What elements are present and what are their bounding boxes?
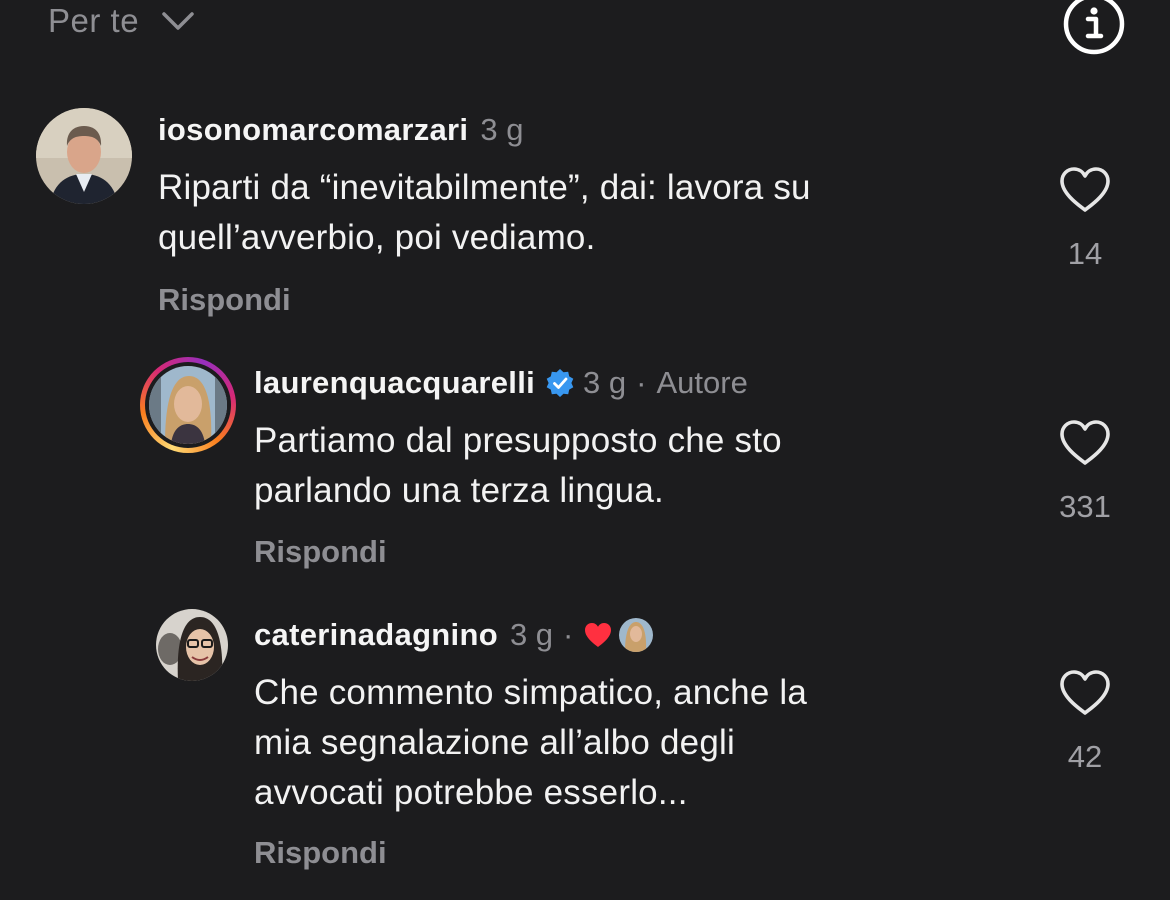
heart-icon[interactable] xyxy=(1058,669,1112,717)
comment-text-line: avvocati potrebbe esserlo... xyxy=(254,773,688,812)
avatar[interactable] xyxy=(156,609,228,681)
comment-username[interactable]: laurenquacquarelli xyxy=(254,365,535,401)
verified-badge-icon xyxy=(546,369,574,397)
comment-timestamp: 3 g xyxy=(509,617,554,652)
comment-text-line: parlando una terza lingua. xyxy=(254,471,664,510)
comment-text-line: Riparti da “inevitabilmente”, dai: lavor… xyxy=(158,168,811,207)
sort-label: Per te xyxy=(48,2,140,39)
info-button[interactable] xyxy=(1062,0,1126,56)
comment-text-line: Partiamo dal presupposto che sto xyxy=(254,421,782,460)
separator-dot: · xyxy=(636,365,647,400)
chevron-down-icon xyxy=(162,12,194,30)
like-count: 331 xyxy=(1059,489,1111,524)
comment-item: iosonomarcomarzari 3 g Riparti da “inevi… xyxy=(0,100,1170,330)
comment-timestamp: 3 g xyxy=(583,365,627,400)
comment-username[interactable]: iosonomarcomarzari xyxy=(158,112,468,148)
comment-text: Riparti da “inevitabilmente”, dai: lavor… xyxy=(158,163,811,263)
comments-topbar: Per te xyxy=(0,0,1170,60)
like-column: 14 xyxy=(1035,166,1135,272)
creator-mini-avatar xyxy=(619,618,654,652)
sort-dropdown[interactable]: Per te xyxy=(48,0,195,42)
comment-text-line: quell’avverbio, poi vediamo. xyxy=(158,218,596,257)
author-label: Autore xyxy=(656,365,748,400)
heart-icon[interactable] xyxy=(1058,419,1112,467)
separator-dot: · xyxy=(563,617,574,652)
red-heart-icon xyxy=(585,623,612,647)
avatar[interactable] xyxy=(36,108,132,204)
reply-button[interactable]: Rispondi xyxy=(254,835,387,871)
reply-comment-item: caterinadagnino 3 g · Che commento simpa… xyxy=(0,605,1170,885)
comment-text: Partiamo dal presupposto che sto parland… xyxy=(254,416,782,516)
comment-timestamp: 3 g xyxy=(480,112,524,147)
comment-text: Che commento simpatico, anche la mia seg… xyxy=(254,668,807,818)
reply-comment-item: laurenquacquarelli 3 g · Autore Partiamo… xyxy=(0,355,1170,585)
avatar[interactable] xyxy=(149,366,227,444)
like-count: 14 xyxy=(1067,236,1103,271)
info-icon xyxy=(1063,0,1125,55)
comment-text-line: mia segnalazione all’albo degli xyxy=(254,723,735,762)
like-column: 42 xyxy=(1035,669,1135,775)
like-column: 331 xyxy=(1035,419,1135,525)
comment-text-line: Che commento simpatico, anche la xyxy=(254,673,808,712)
heart-icon[interactable] xyxy=(1058,166,1112,214)
like-count: 42 xyxy=(1067,739,1103,774)
reply-button[interactable]: Rispondi xyxy=(158,282,291,318)
reply-button[interactable]: Rispondi xyxy=(254,534,387,570)
comment-username[interactable]: caterinadagnino xyxy=(254,617,498,653)
